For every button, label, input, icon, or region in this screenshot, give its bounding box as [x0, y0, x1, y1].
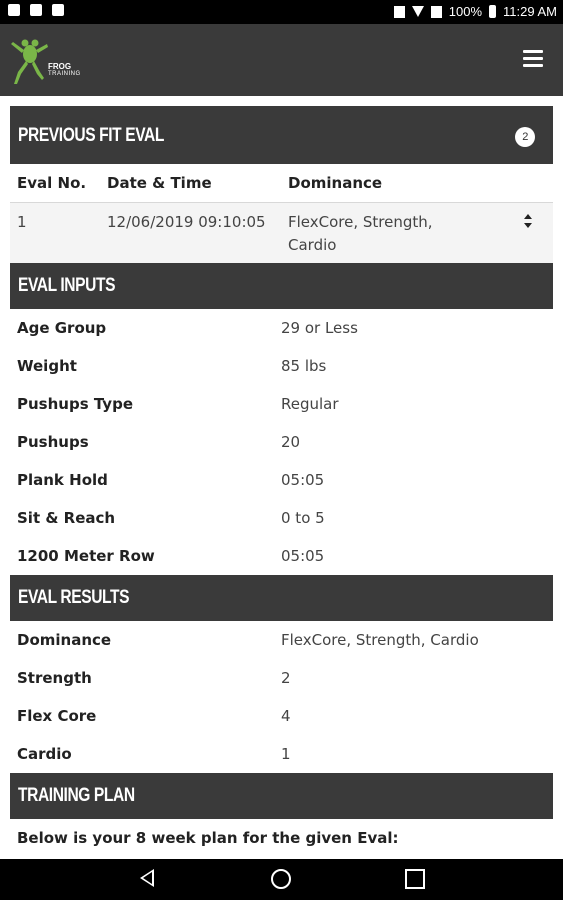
- date-time-cell: 12/06/2019 09:10:05: [107, 213, 266, 231]
- list-item: Cardio 1: [10, 735, 553, 773]
- battery-icon: [489, 5, 497, 18]
- item-value: 20: [281, 432, 301, 451]
- training-plan-description: Below is your 8 week plan for the given …: [17, 828, 399, 847]
- item-value: FlexCore, Strength, Cardio: [281, 630, 479, 649]
- item-value: 0 to 5: [281, 508, 325, 527]
- frog-training-logo[interactable]: FROG TRAINING: [10, 34, 80, 86]
- item-value: 4: [281, 706, 291, 725]
- item-value: 05:05: [281, 470, 325, 489]
- signal-icon: [430, 5, 442, 18]
- eval-table: Eval No. Date & Time Dominance 1 12/06/2…: [10, 164, 553, 263]
- item-label: Dominance: [17, 630, 112, 649]
- list-item: Plank Hold 05:05: [10, 461, 553, 499]
- list-item: Strength 2: [10, 659, 553, 697]
- section-title: EVAL RESULTS: [18, 586, 130, 608]
- list-item: Age Group 29 or Less: [10, 309, 553, 347]
- dominance-line: FlexCore, Strength,: [288, 213, 433, 231]
- download-icon: [52, 4, 64, 16]
- system-status: 100% 11:29 AM: [393, 4, 557, 19]
- column-header-dominance: Dominance: [288, 174, 383, 192]
- status-bar: 100% 11:29 AM: [0, 0, 563, 24]
- app-bar: FROG TRAINING: [0, 24, 563, 96]
- item-value: 1: [281, 744, 291, 763]
- eval-count-badge: 2: [515, 127, 535, 147]
- list-item: Dominance FlexCore, Strength, Cardio: [10, 621, 553, 659]
- item-label: Cardio: [17, 744, 72, 763]
- battery-percent: 100%: [448, 4, 483, 19]
- item-label: Strength: [17, 668, 92, 687]
- section-title: EVAL INPUTS: [18, 274, 116, 296]
- list-item: 1200 Meter Row 05:05: [10, 537, 553, 575]
- list-item: Pushups 20: [10, 423, 553, 461]
- item-label: 1200 Meter Row: [17, 546, 155, 565]
- section-title: TRAINING PLAN: [18, 784, 135, 806]
- main-content[interactable]: PREVIOUS FIT EVAL 2 Eval No. Date & Time…: [10, 96, 553, 859]
- eval-no-cell: 1: [17, 213, 27, 231]
- item-value: Regular: [281, 394, 339, 413]
- eval-inputs-header: EVAL INPUTS: [10, 262, 553, 309]
- recent-apps-icon[interactable]: [405, 869, 425, 889]
- logo-text: FROG: [48, 62, 72, 71]
- dominance-cell: FlexCore, Strength, Cardio: [281, 203, 516, 263]
- item-label: Sit & Reach: [17, 508, 116, 527]
- list-item: Sit & Reach 0 to 5: [10, 499, 553, 537]
- wifi-icon: [411, 6, 424, 17]
- clock: 11:29 AM: [503, 4, 557, 19]
- previous-fit-eval-header[interactable]: PREVIOUS FIT EVAL 2: [10, 106, 553, 164]
- item-value: 85 lbs: [281, 356, 327, 375]
- home-icon[interactable]: [271, 869, 291, 889]
- item-value: 2: [281, 668, 291, 687]
- eval-results-list: Dominance FlexCore, Strength, Cardio Stre…: [10, 621, 553, 773]
- item-label: Weight: [17, 356, 77, 375]
- frog-icon: [11, 39, 48, 84]
- usb-icon: [30, 4, 42, 16]
- list-item: Pushups Type Regular: [10, 385, 553, 423]
- column-header-date-time: Date & Time: [107, 174, 212, 192]
- item-label: Plank Hold: [17, 470, 108, 489]
- notification-icons: [8, 4, 64, 16]
- list-item: Weight 85 lbs: [10, 347, 553, 385]
- item-label: Flex Core: [17, 706, 97, 725]
- android-nav-bar: [0, 859, 563, 900]
- eval-results-header: EVAL RESULTS: [10, 574, 553, 621]
- list-item: Flex Core 4: [10, 697, 553, 735]
- sort-icon[interactable]: [523, 213, 533, 229]
- item-value: 05:05: [281, 546, 325, 565]
- mute-icon: [393, 5, 405, 18]
- item-label: Age Group: [17, 318, 107, 337]
- table-header-row: Eval No. Date & Time Dominance: [10, 164, 553, 203]
- table-row[interactable]: 1 12/06/2019 09:10:05 FlexCore, Strength…: [10, 202, 553, 263]
- logo-subtext: TRAINING: [48, 71, 81, 77]
- image-notification-icon: [8, 4, 20, 16]
- column-header-eval-no: Eval No.: [17, 174, 87, 192]
- training-plan-header: TRAINING PLAN: [10, 772, 553, 819]
- hamburger-menu-icon[interactable]: [523, 50, 543, 68]
- eval-inputs-list: Age Group 29 or Less Weight 85 lbs Pushups…: [10, 309, 553, 575]
- item-label: Pushups Type: [17, 394, 133, 413]
- section-title: PREVIOUS FIT EVAL: [18, 125, 164, 146]
- item-value: 29 or Less: [281, 318, 358, 337]
- dominance-line: Cardio: [288, 236, 337, 254]
- item-label: Pushups: [17, 432, 89, 451]
